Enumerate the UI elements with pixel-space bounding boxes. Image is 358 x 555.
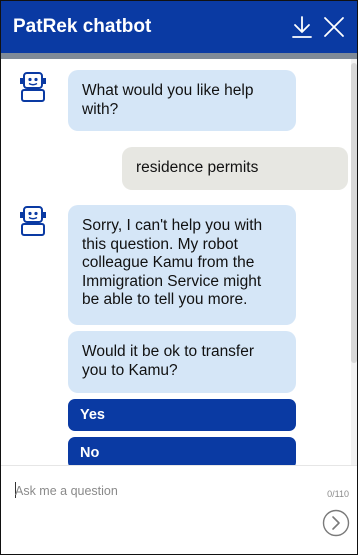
download-arrow-icon <box>292 16 312 38</box>
robot-avatar-icon <box>20 206 46 236</box>
minimize-button[interactable] <box>287 12 317 42</box>
chat-window: PatRek chatbot What would you like help … <box>0 0 358 555</box>
scrollbar-thumb[interactable] <box>351 63 357 363</box>
user-message: residence permits <box>122 147 348 190</box>
question-input[interactable] <box>15 480 305 502</box>
chat-title: PatRek chatbot <box>13 16 152 37</box>
message-composer: 0/110 <box>1 465 357 554</box>
close-icon <box>324 17 344 37</box>
yes-button[interactable]: Yes <box>68 399 296 431</box>
chat-scrollbar[interactable] <box>351 59 357 465</box>
bot-message: What would you like help with? <box>68 70 296 131</box>
chat-header: PatRek chatbot <box>1 1 357 59</box>
chat-messages[interactable]: What would you like help with? residence… <box>1 59 357 465</box>
close-button[interactable] <box>319 12 349 42</box>
send-arrow-icon[interactable] <box>321 508 351 538</box>
bot-message: Would it be ok to transfer you to Kamu? <box>68 331 296 393</box>
bot-message: Sorry, I can't help you with this questi… <box>68 205 296 325</box>
no-button[interactable]: No <box>68 437 296 465</box>
robot-avatar-icon <box>20 72 46 102</box>
character-counter: 0/110 <box>327 489 349 499</box>
